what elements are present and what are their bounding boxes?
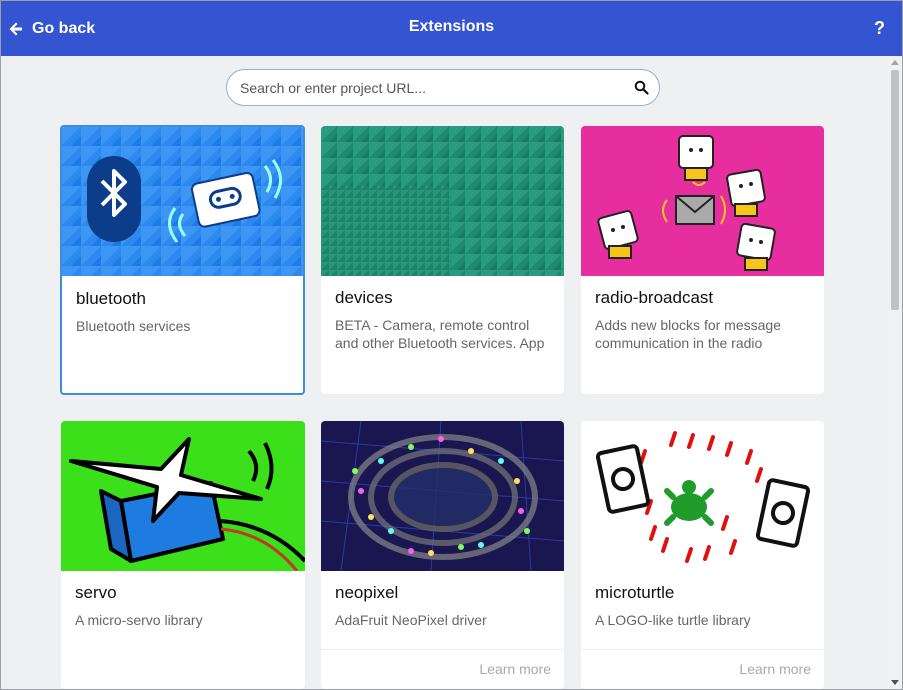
extension-card-neopixel[interactable]: neopixel AdaFruit NeoPixel driver Learn … [321,421,564,689]
page-title: Extensions [408,18,495,35]
search-box [226,69,660,106]
microturtle-card-image [581,421,824,571]
go-back-button[interactable]: Go back [8,18,95,40]
extension-card-radio-broadcast[interactable]: radio-broadcast Adds new blocks for mess… [581,126,824,394]
learn-more-label: Learn more [479,661,551,677]
extensions-window: Go back Extensions ? Search or enter pro… [0,0,903,690]
go-back-label: Go back [32,20,96,37]
extension-card-microturtle[interactable]: microturtle A LOGO-like turtle library L… [581,421,824,689]
scrollbar-thumb[interactable] [891,70,899,310]
learn-more-label: Learn more [739,661,811,677]
neopixel-card-image [321,421,564,571]
vertical-scrollbar[interactable] [888,56,902,689]
extension-description: A LOGO-like turtle library [595,612,751,628]
radio-broadcast-card-image [581,126,824,276]
extension-description: Adds new blocks for message communicatio… [595,317,781,351]
extension-name: radio-broadcast [595,288,714,307]
extension-description: A micro-servo library [75,612,203,628]
search-icon[interactable] [634,80,649,95]
extension-name: servo [75,583,117,602]
extension-name: devices [335,288,393,307]
extension-description: BETA - Camera, remote control and other … [335,317,545,351]
extension-card-bluetooth[interactable]: bluetooth Bluetooth services [60,125,305,395]
extension-description: Bluetooth services [76,318,191,334]
servo-card-image [61,421,305,571]
header-bar: Go back Extensions ? [1,1,902,56]
extension-card-servo[interactable]: servo A micro-servo library [61,421,305,689]
learn-more-link[interactable]: Learn more [581,649,824,689]
extensions-scroll-area[interactable]: bluetooth Bluetooth services [1,56,889,689]
back-arrow-icon [9,22,22,36]
learn-more-link[interactable]: Learn more [321,649,564,689]
bluetooth-card-image [62,127,303,276]
help-button[interactable]: ? [874,18,885,39]
extension-name: microturtle [595,583,675,602]
extension-description: AdaFruit NeoPixel driver [335,612,487,628]
extension-card-devices[interactable]: devices BETA - Camera, remote control an… [321,126,564,394]
search-input[interactable] [240,78,620,98]
scroll-up-arrow-icon[interactable] [891,60,899,65]
extension-name: bluetooth [76,289,146,308]
extension-name: neopixel [335,583,399,602]
devices-card-image [321,126,564,276]
scroll-down-arrow-icon[interactable] [891,680,899,685]
